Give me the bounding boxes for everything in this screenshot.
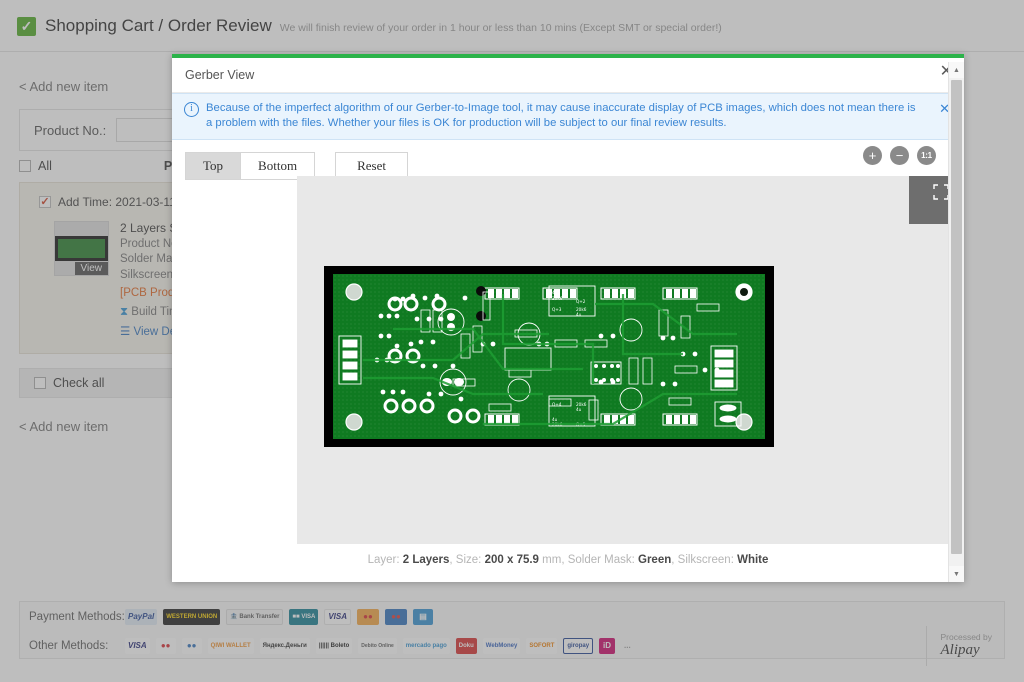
- gerber-view-modal: Gerber View ✕ i Because of the imperfect…: [172, 54, 964, 582]
- viewer-toolbar: Top Bottom Reset + − 1:1: [172, 140, 964, 180]
- modal-header: Gerber View ✕: [172, 58, 964, 93]
- scroll-thumb[interactable]: [951, 80, 962, 554]
- scroll-down-arrow[interactable]: ▼: [949, 566, 964, 582]
- caption-mask-label: , Solder Mask:: [561, 554, 635, 566]
- scroll-up-arrow[interactable]: ▲: [949, 62, 964, 78]
- caption-size-value: 200 x 75.9: [484, 554, 539, 566]
- svg-text:4u: 4u: [576, 407, 582, 412]
- zoom-out-icon[interactable]: −: [890, 146, 909, 165]
- svg-text:20k6: 20k6: [552, 296, 563, 301]
- top-side-button[interactable]: Top: [185, 152, 242, 180]
- modal-title: Gerber View: [185, 68, 255, 82]
- gerber-viewer-canvas[interactable]: 4u 20k6 Q+2 Q+3 20k6 4u Q+4 20k6 4u 4u 20k6 …: [297, 176, 957, 544]
- zoom-in-icon[interactable]: +: [863, 146, 882, 165]
- pcb-image: 4u 20k6 Q+2 Q+3 20k6 4u Q+4 20k6 4u 4u 20k6 …: [324, 266, 774, 447]
- board-spec-caption: Layer: 2 Layers, Size: 200 x 75.9 mm, So…: [172, 554, 964, 566]
- modal-scrollbar[interactable]: ▲ ▼: [948, 62, 964, 582]
- svg-text:4u: 4u: [576, 312, 582, 317]
- side-toggle-group: Top Bottom: [185, 152, 316, 180]
- info-alert: i Because of the imperfect algorithm of …: [172, 93, 964, 140]
- zoom-controls: + − 1:1: [863, 146, 936, 165]
- app-root: ✓ Shopping Cart / Order Review We will f…: [0, 0, 1024, 682]
- caption-size-label: , Size:: [449, 554, 482, 566]
- caption-mask-value: Green: [638, 554, 672, 566]
- caption-size-unit: mm: [538, 554, 562, 566]
- caption-silk-label: , Silkscreen:: [671, 554, 734, 566]
- caption-silk-value: White: [737, 554, 769, 566]
- pcb-traces: 4u20k6 Q+2 Q+3 20k6 4u Q+4 20k6 4u 4u20k6 …: [338, 283, 753, 431]
- svg-text:Q+2: Q+2: [576, 299, 586, 304]
- svg-text:Q+3: Q+3: [552, 307, 562, 312]
- svg-text:4u: 4u: [552, 290, 558, 295]
- alert-message: Because of the imperfect algorithm of ou…: [206, 102, 916, 129]
- pcb-board-surface: 4u 20k6 Q+2 Q+3 20k6 4u Q+4 20k6 4u 4u 20k6 …: [333, 274, 765, 439]
- info-icon: i: [184, 102, 199, 117]
- caption-layer-value: 2 Layers: [402, 554, 450, 566]
- zoom-reset-ratio-icon[interactable]: 1:1: [917, 146, 936, 165]
- caption-layer-label: Layer:: [367, 554, 400, 566]
